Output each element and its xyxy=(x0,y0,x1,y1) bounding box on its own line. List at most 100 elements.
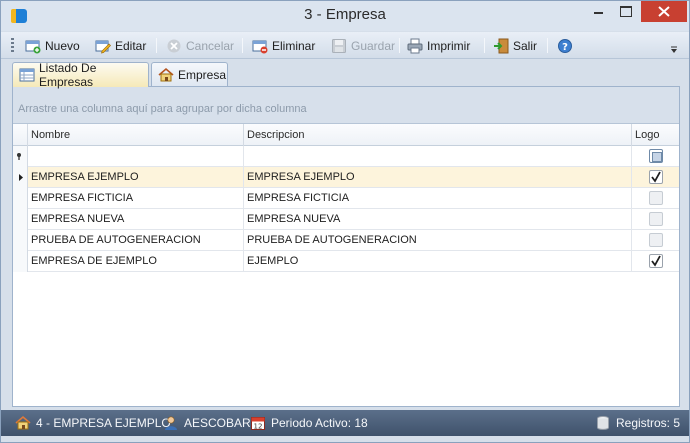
row-indicator xyxy=(13,230,28,251)
toolbar-overflow-icon[interactable] xyxy=(670,43,678,53)
header-indicator xyxy=(13,124,28,146)
group-by-hint: Arrastre una columna aquí para agrupar p… xyxy=(18,103,307,115)
database-icon xyxy=(595,415,611,431)
table-row[interactable]: EMPRESA EJEMPLO EMPRESA EJEMPLO xyxy=(13,167,679,188)
salir-button[interactable]: Salir xyxy=(493,35,537,56)
status-registros: Registros: 5 xyxy=(595,415,680,431)
editar-label: Editar xyxy=(115,38,147,53)
delete-document-icon xyxy=(252,38,268,54)
table-row[interactable]: EMPRESA DE EJEMPLO EJEMPLO xyxy=(13,251,679,272)
help-icon: ? xyxy=(557,38,573,54)
group-by-panel[interactable]: Arrastre una columna aquí para agrupar p… xyxy=(13,87,679,124)
exit-door-icon xyxy=(493,38,509,54)
toolbar-separator xyxy=(242,38,243,53)
row-indicator xyxy=(13,188,28,209)
column-header-nombre[interactable]: Nombre xyxy=(28,124,244,146)
status-registros-text: Registros: 5 xyxy=(616,416,681,430)
guardar-button[interactable]: Guardar xyxy=(331,35,395,56)
save-icon xyxy=(331,38,347,54)
toolbar-separator xyxy=(484,38,485,53)
edit-icon xyxy=(95,38,111,54)
filter-descripcion-input[interactable] xyxy=(244,146,632,167)
status-usuario: AESCOBAR xyxy=(163,415,251,431)
cell-nombre[interactable]: EMPRESA NUEVA xyxy=(28,209,244,230)
app-window: 3 - Empresa Nuevo Editar Cancelar Elimin… xyxy=(0,0,690,443)
tab-listado-label: Listado De Empresas xyxy=(39,61,97,89)
status-usuario-text: AESCOBAR xyxy=(184,416,251,430)
cell-nombre[interactable]: EMPRESA DE EJEMPLO xyxy=(28,251,244,272)
title-bar: 3 - Empresa xyxy=(1,1,689,31)
imprimir-label: Imprimir xyxy=(427,38,471,53)
svg-text:?: ? xyxy=(562,42,568,53)
status-periodo: 12 Periodo Activo: 18 xyxy=(250,415,368,431)
printer-icon xyxy=(407,38,423,54)
checkbox-checked-icon xyxy=(649,254,663,268)
toolbar-separator xyxy=(399,38,400,53)
table-row[interactable]: PRUEBA DE AUTOGENERACION PRUEBA DE AUTOG… xyxy=(13,230,679,251)
tab-listado-empresas[interactable]: Listado De Empresas xyxy=(12,61,149,89)
cell-nombre[interactable]: PRUEBA DE AUTOGENERACION xyxy=(28,230,244,251)
column-header-logo[interactable]: Logo xyxy=(632,124,679,146)
toolbar-separator xyxy=(156,38,157,53)
list-table-icon xyxy=(19,67,35,83)
checkbox-unchecked-icon xyxy=(649,233,663,247)
toolbar-separator xyxy=(547,38,548,53)
help-button[interactable]: ? xyxy=(557,35,573,56)
cell-logo[interactable] xyxy=(632,167,679,188)
cell-descripcion[interactable]: EJEMPLO xyxy=(244,251,632,272)
cell-logo[interactable] xyxy=(632,188,679,209)
grid-header: Nombre Descripcion Logo xyxy=(13,124,679,146)
status-empresa: 4 - EMPRESA EJEMPLO xyxy=(15,415,171,431)
row-indicator xyxy=(13,251,28,272)
house-icon xyxy=(15,415,31,431)
new-document-icon xyxy=(25,38,41,54)
cell-descripcion[interactable]: EMPRESA EJEMPLO xyxy=(244,167,632,188)
status-periodo-text: Periodo Activo: 18 xyxy=(271,416,368,430)
indeterminate-checkbox-icon xyxy=(649,149,663,163)
tab-empresa[interactable]: Empresa xyxy=(151,62,228,86)
house-icon xyxy=(158,67,174,83)
minimize-button[interactable] xyxy=(585,1,612,22)
table-row[interactable]: EMPRESA NUEVA EMPRESA NUEVA xyxy=(13,209,679,230)
toolbar-grip[interactable] xyxy=(11,38,14,53)
cell-nombre[interactable]: EMPRESA FICTICIA xyxy=(28,188,244,209)
cancelar-button[interactable]: Cancelar xyxy=(166,35,234,56)
listado-panel: Arrastre una columna aquí para agrupar p… xyxy=(12,86,680,407)
filter-nombre-input[interactable] xyxy=(28,146,244,167)
eliminar-label: Eliminar xyxy=(272,38,316,53)
imprimir-button[interactable]: Imprimir xyxy=(407,35,470,56)
cell-descripcion[interactable]: EMPRESA NUEVA xyxy=(244,209,632,230)
nuevo-label: Nuevo xyxy=(45,38,80,53)
cell-nombre[interactable]: EMPRESA EJEMPLO xyxy=(28,167,244,188)
calendar-icon: 12 xyxy=(250,415,266,431)
row-indicator xyxy=(13,209,28,230)
checkbox-unchecked-icon xyxy=(649,212,663,226)
cancelar-label: Cancelar xyxy=(186,38,235,53)
tab-empresa-label: Empresa xyxy=(178,67,227,82)
user-icon xyxy=(163,415,179,431)
maximize-button[interactable] xyxy=(612,1,639,22)
cell-logo[interactable] xyxy=(632,230,679,251)
cell-descripcion[interactable]: PRUEBA DE AUTOGENERACION xyxy=(244,230,632,251)
cell-logo[interactable] xyxy=(632,251,679,272)
checkbox-unchecked-icon xyxy=(649,191,663,205)
row-indicator-icon xyxy=(13,167,28,188)
nuevo-button[interactable]: Nuevo xyxy=(25,35,80,56)
close-icon xyxy=(658,6,670,17)
salir-label: Salir xyxy=(513,38,538,53)
cell-descripcion[interactable]: EMPRESA FICTICIA xyxy=(244,188,632,209)
filter-pin-icon xyxy=(13,146,28,167)
guardar-label: Guardar xyxy=(351,38,396,53)
filter-logo-checkbox[interactable] xyxy=(632,146,679,167)
toolbar: Nuevo Editar Cancelar Eliminar Guardar I… xyxy=(1,32,689,59)
eliminar-button[interactable]: Eliminar xyxy=(252,35,315,56)
svg-text:12: 12 xyxy=(254,423,263,431)
close-button[interactable] xyxy=(641,1,687,22)
cell-logo[interactable] xyxy=(632,209,679,230)
status-empresa-text: 4 - EMPRESA EJEMPLO xyxy=(36,416,171,430)
status-bar: 4 - EMPRESA EJEMPLO AESCOBAR 12 Periodo … xyxy=(1,410,689,436)
editar-button[interactable]: Editar xyxy=(95,35,146,56)
table-row[interactable]: EMPRESA FICTICIA EMPRESA FICTICIA xyxy=(13,188,679,209)
column-header-descripcion[interactable]: Descripcion xyxy=(244,124,632,146)
checkbox-checked-icon xyxy=(649,170,663,184)
